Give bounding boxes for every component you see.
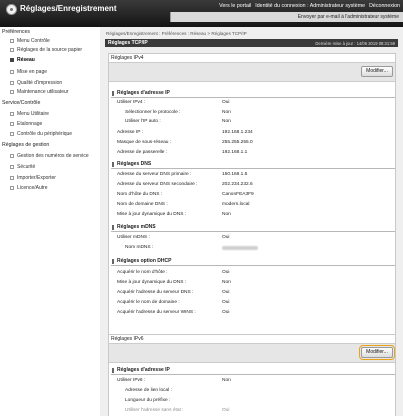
setting-value: CanonFEA3F9 bbox=[222, 192, 254, 197]
title-bar: Réglages TCP/IP Dernière mise à jour : 1… bbox=[105, 39, 398, 47]
sidebar-heading-preferences[interactable]: Préférences bbox=[2, 29, 30, 35]
sidebar-item-user-maintenance[interactable]: Maintenance utilisateur bbox=[10, 89, 68, 95]
last-update: Dernière mise à jour : 14/06 2019 08:31:… bbox=[315, 40, 395, 46]
setting-value: Oui bbox=[222, 290, 230, 295]
setting-label: Adresse IP : bbox=[117, 130, 144, 135]
setting-label: Utiliser mDNS : bbox=[117, 235, 150, 240]
sidebar-item-license[interactable]: Licence/Autre bbox=[10, 185, 48, 191]
sidebar-heading-management[interactable]: Réglages de gestion bbox=[2, 142, 49, 148]
ipv6-heading: Réglages IPv6 bbox=[111, 336, 144, 342]
ipv4-button-bar: Modifier... bbox=[109, 62, 395, 82]
setting-label: Acquérir l'adresse du serveur WINS : bbox=[117, 310, 196, 315]
ipv6-section: Réglages IPv6 Modifier... Réglages d'adr… bbox=[108, 334, 396, 416]
top-links: Vers le portail Identité du connexion : A… bbox=[215, 3, 400, 9]
setting-value: Non bbox=[222, 119, 231, 124]
ipv4-heading: Réglages IPv4 bbox=[111, 55, 144, 61]
setting-value: modern.local bbox=[222, 202, 250, 207]
top-bar: Réglages/Enregistrement Vers le portail I… bbox=[0, 0, 403, 27]
mdns-name-redacted bbox=[222, 246, 258, 250]
sidebar-heading-servicing[interactable]: Service/Contrôle bbox=[2, 100, 40, 106]
setting-value: Oui bbox=[222, 100, 230, 105]
setting-label: Adresse du serveur DNS secondaire : bbox=[117, 182, 198, 187]
ipv4-modify-button[interactable]: Modifier... bbox=[361, 66, 393, 77]
app-title: Réglages/Enregistrement bbox=[20, 4, 117, 13]
setting-label: Masque de sous-réseau : bbox=[117, 140, 172, 145]
sidebar-item-device-control[interactable]: Contrôle du périphérique bbox=[10, 131, 72, 137]
sidebar-item-service-numbers[interactable]: Gestion des numéros de service bbox=[10, 153, 89, 159]
divider bbox=[111, 374, 395, 375]
setting-label: Adresse de lien local : bbox=[125, 388, 172, 393]
sidebar: Préférences Menu Contrôle Réglages de la… bbox=[0, 27, 100, 416]
divider bbox=[111, 231, 395, 232]
setting-value: Oui bbox=[222, 300, 230, 305]
setting-label: Adresse du serveur DNS primaire : bbox=[117, 172, 192, 177]
ipv4-section: Réglages IPv4 Modifier... Réglages d'adr… bbox=[108, 53, 396, 347]
setting-label: Utiliser IPv4 : bbox=[117, 100, 146, 105]
page-title: Réglages TCP/IP bbox=[108, 40, 148, 46]
ipv4-dns-title: Réglages DNS bbox=[111, 161, 152, 167]
setting-value: Non bbox=[222, 280, 231, 285]
ipv6-ip-title: Réglages d'adresse IP bbox=[112, 367, 170, 373]
setting-value: 192.168.1.234 bbox=[222, 130, 253, 135]
email-admin-link[interactable]: Envoyer par e-mail à l'administrateur sy… bbox=[298, 14, 399, 20]
divider bbox=[111, 97, 395, 98]
ipv6-button-bar: Modifier... bbox=[109, 343, 395, 363]
setting-label: Acquérir le nom d'hôte : bbox=[117, 270, 168, 275]
setting-label: Nom mDNS : bbox=[125, 245, 154, 250]
setting-label: Acquérir l'adresse du serveur DNS : bbox=[117, 290, 194, 295]
ipv6-modify-button[interactable]: Modifier... bbox=[359, 345, 395, 360]
setting-value: 192.168.1.1 bbox=[222, 150, 248, 155]
setting-label: Sélectionner le protocole : bbox=[125, 110, 181, 115]
sidebar-item-print-quality[interactable]: Qualité d'impression bbox=[10, 80, 62, 86]
sidebar-item-utility-menu[interactable]: Menu Utilitaire bbox=[10, 111, 49, 117]
mail-bar: Envoyer par e-mail à l'administrateur sy… bbox=[170, 12, 403, 22]
setting-value: Oui bbox=[222, 270, 230, 275]
setting-value: 202.234.232.6 bbox=[222, 182, 253, 187]
scroll-fade bbox=[109, 402, 395, 416]
main-content: Réglages/Enregistrement : Préférences : … bbox=[100, 27, 403, 416]
setting-value: Oui bbox=[222, 310, 230, 315]
setting-value: Non bbox=[222, 378, 231, 383]
sidebar-item-layout[interactable]: Mise en page bbox=[10, 69, 47, 75]
canon-logo-icon bbox=[6, 4, 17, 15]
setting-label: Nom d'hôte du DNS : bbox=[117, 192, 163, 197]
sidebar-item-menu-control[interactable]: Menu Contrôle bbox=[10, 38, 50, 44]
ipv4-mdns-title: Réglages mDNS bbox=[112, 224, 156, 230]
setting-value: Non bbox=[222, 110, 231, 115]
setting-value: 255.255.255.0 bbox=[222, 140, 253, 145]
portal-link[interactable]: Vers le portail bbox=[219, 3, 251, 9]
sidebar-item-calibration[interactable]: Etalonnage bbox=[10, 121, 42, 127]
logout-link[interactable]: Déconnexion bbox=[369, 3, 400, 9]
setting-value: Oui bbox=[222, 235, 230, 240]
setting-label: Adresse de passerelle : bbox=[117, 150, 168, 155]
divider bbox=[111, 168, 395, 169]
sidebar-item-paper-source[interactable]: Réglages de la source papier bbox=[10, 47, 82, 53]
setting-label: Mise à jour dynamique du DNS : bbox=[117, 212, 187, 217]
login-identity: Identité du connexion : Administrateur s… bbox=[255, 3, 366, 9]
setting-value: Non bbox=[222, 212, 231, 217]
setting-label: Acquérir le nom de domaine : bbox=[117, 300, 180, 305]
setting-label: Utiliser IPv6 : bbox=[117, 378, 146, 383]
setting-label: Utiliser l'IP auto : bbox=[125, 119, 161, 124]
sidebar-item-security[interactable]: Sécurité bbox=[10, 164, 35, 170]
sidebar-item-network[interactable]: Réseau bbox=[10, 57, 35, 63]
ipv4-dhcp-title: Réglages option DHCP bbox=[111, 258, 172, 264]
breadcrumb: Réglages/Enregistrement : Préférences : … bbox=[106, 31, 247, 36]
ipv4-ip-title: Réglages d'adresse IP bbox=[112, 90, 170, 96]
sidebar-item-import-export[interactable]: Importer/Exporter bbox=[10, 175, 56, 181]
setting-label: Mise à jour dynamique du DNS : bbox=[117, 280, 187, 285]
divider bbox=[111, 265, 395, 266]
setting-value: 150.168.1.5 bbox=[222, 172, 248, 177]
setting-label: Nom de domaine DNS : bbox=[117, 202, 168, 207]
